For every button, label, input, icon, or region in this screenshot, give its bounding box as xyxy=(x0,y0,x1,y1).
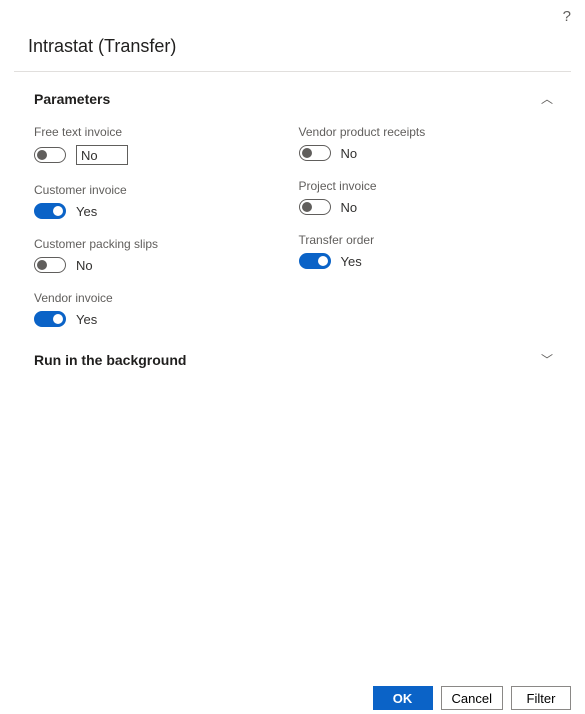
label-free-text-invoice: Free text invoice xyxy=(34,125,287,139)
run-in-background-section: Run in the background ﹀ xyxy=(0,343,585,376)
parameters-column-right: Vendor product receipts No Project invoi… xyxy=(299,125,552,327)
field-transfer-order: Transfer order Yes xyxy=(299,233,552,269)
toggle-vendor-invoice[interactable] xyxy=(34,311,66,327)
parameters-header[interactable]: Parameters ︿ xyxy=(28,82,557,115)
chevron-up-icon: ︿ xyxy=(541,90,553,107)
field-free-text-invoice: Free text invoice xyxy=(34,125,287,165)
parameters-title: Parameters xyxy=(34,91,110,107)
toggle-customer-invoice[interactable] xyxy=(34,203,66,219)
separator xyxy=(14,71,571,72)
value-vendor-product-receipts: No xyxy=(341,146,358,161)
filter-button[interactable]: Filter xyxy=(511,686,571,710)
toggle-free-text-invoice[interactable] xyxy=(34,147,66,163)
help-icon[interactable]: ? xyxy=(563,8,571,25)
value-project-invoice: No xyxy=(341,200,358,215)
input-free-text-invoice[interactable] xyxy=(76,145,128,165)
parameters-section: Parameters ︿ Free text invoice Customer … xyxy=(0,82,585,343)
value-vendor-invoice: Yes xyxy=(76,312,97,327)
field-vendor-invoice: Vendor invoice Yes xyxy=(34,291,287,327)
field-project-invoice: Project invoice No xyxy=(299,179,552,215)
toggle-transfer-order[interactable] xyxy=(299,253,331,269)
value-customer-invoice: Yes xyxy=(76,204,97,219)
toggle-customer-packing-slips[interactable] xyxy=(34,257,66,273)
dialog-title: Intrastat (Transfer) xyxy=(0,0,585,71)
label-vendor-invoice: Vendor invoice xyxy=(34,291,287,305)
field-customer-invoice: Customer invoice Yes xyxy=(34,183,287,219)
toggle-vendor-product-receipts[interactable] xyxy=(299,145,331,161)
ok-button[interactable]: OK xyxy=(373,686,433,710)
label-transfer-order: Transfer order xyxy=(299,233,552,247)
field-customer-packing-slips: Customer packing slips No xyxy=(34,237,287,273)
chevron-down-icon: ﹀ xyxy=(541,351,553,368)
dialog-footer: OK Cancel Filter xyxy=(373,680,585,714)
parameters-column-left: Free text invoice Customer invoice Yes C… xyxy=(34,125,287,327)
run-in-background-title: Run in the background xyxy=(34,352,186,368)
label-project-invoice: Project invoice xyxy=(299,179,552,193)
value-transfer-order: Yes xyxy=(341,254,362,269)
label-customer-packing-slips: Customer packing slips xyxy=(34,237,287,251)
label-vendor-product-receipts: Vendor product receipts xyxy=(299,125,552,139)
parameters-body: Free text invoice Customer invoice Yes C… xyxy=(28,115,557,343)
field-vendor-product-receipts: Vendor product receipts No xyxy=(299,125,552,161)
cancel-button[interactable]: Cancel xyxy=(441,686,503,710)
value-customer-packing-slips: No xyxy=(76,258,93,273)
toggle-project-invoice[interactable] xyxy=(299,199,331,215)
run-in-background-header[interactable]: Run in the background ﹀ xyxy=(28,343,557,376)
label-customer-invoice: Customer invoice xyxy=(34,183,287,197)
